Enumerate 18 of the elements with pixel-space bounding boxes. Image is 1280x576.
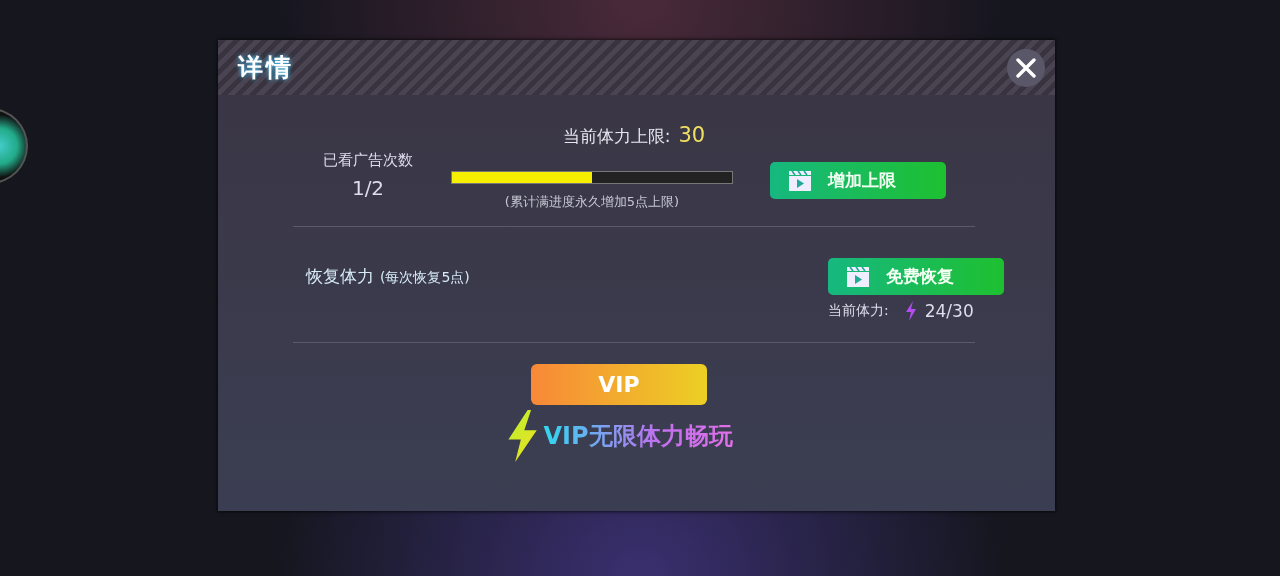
video-icon — [846, 265, 870, 288]
ad-count-label: 已看广告次数 — [323, 151, 413, 170]
limit-label: 当前体力上限: — [562, 125, 671, 148]
video-icon — [788, 169, 812, 192]
ad-count: 1/2 — [351, 176, 385, 200]
recover-note: (每次恢复5点) — [380, 269, 470, 287]
progress-note: (累计满进度永久增加5点上限) — [504, 192, 680, 211]
vip-button[interactable]: VIP — [531, 364, 707, 405]
close-icon — [1014, 55, 1038, 80]
free-recover-button[interactable]: 免费恢复 — [828, 258, 1004, 295]
close-button[interactable] — [1007, 48, 1045, 87]
current-stamina-label: 当前体力: — [828, 302, 889, 320]
lightning-icon — [904, 301, 917, 321]
limit-value: 30 — [678, 123, 706, 147]
increase-limit-button[interactable]: 增加上限 — [770, 162, 946, 199]
dialog-title: 详情 — [238, 52, 294, 84]
current-stamina-value: 24/30 — [924, 301, 974, 321]
recover-label: 恢复体力 — [306, 265, 374, 288]
